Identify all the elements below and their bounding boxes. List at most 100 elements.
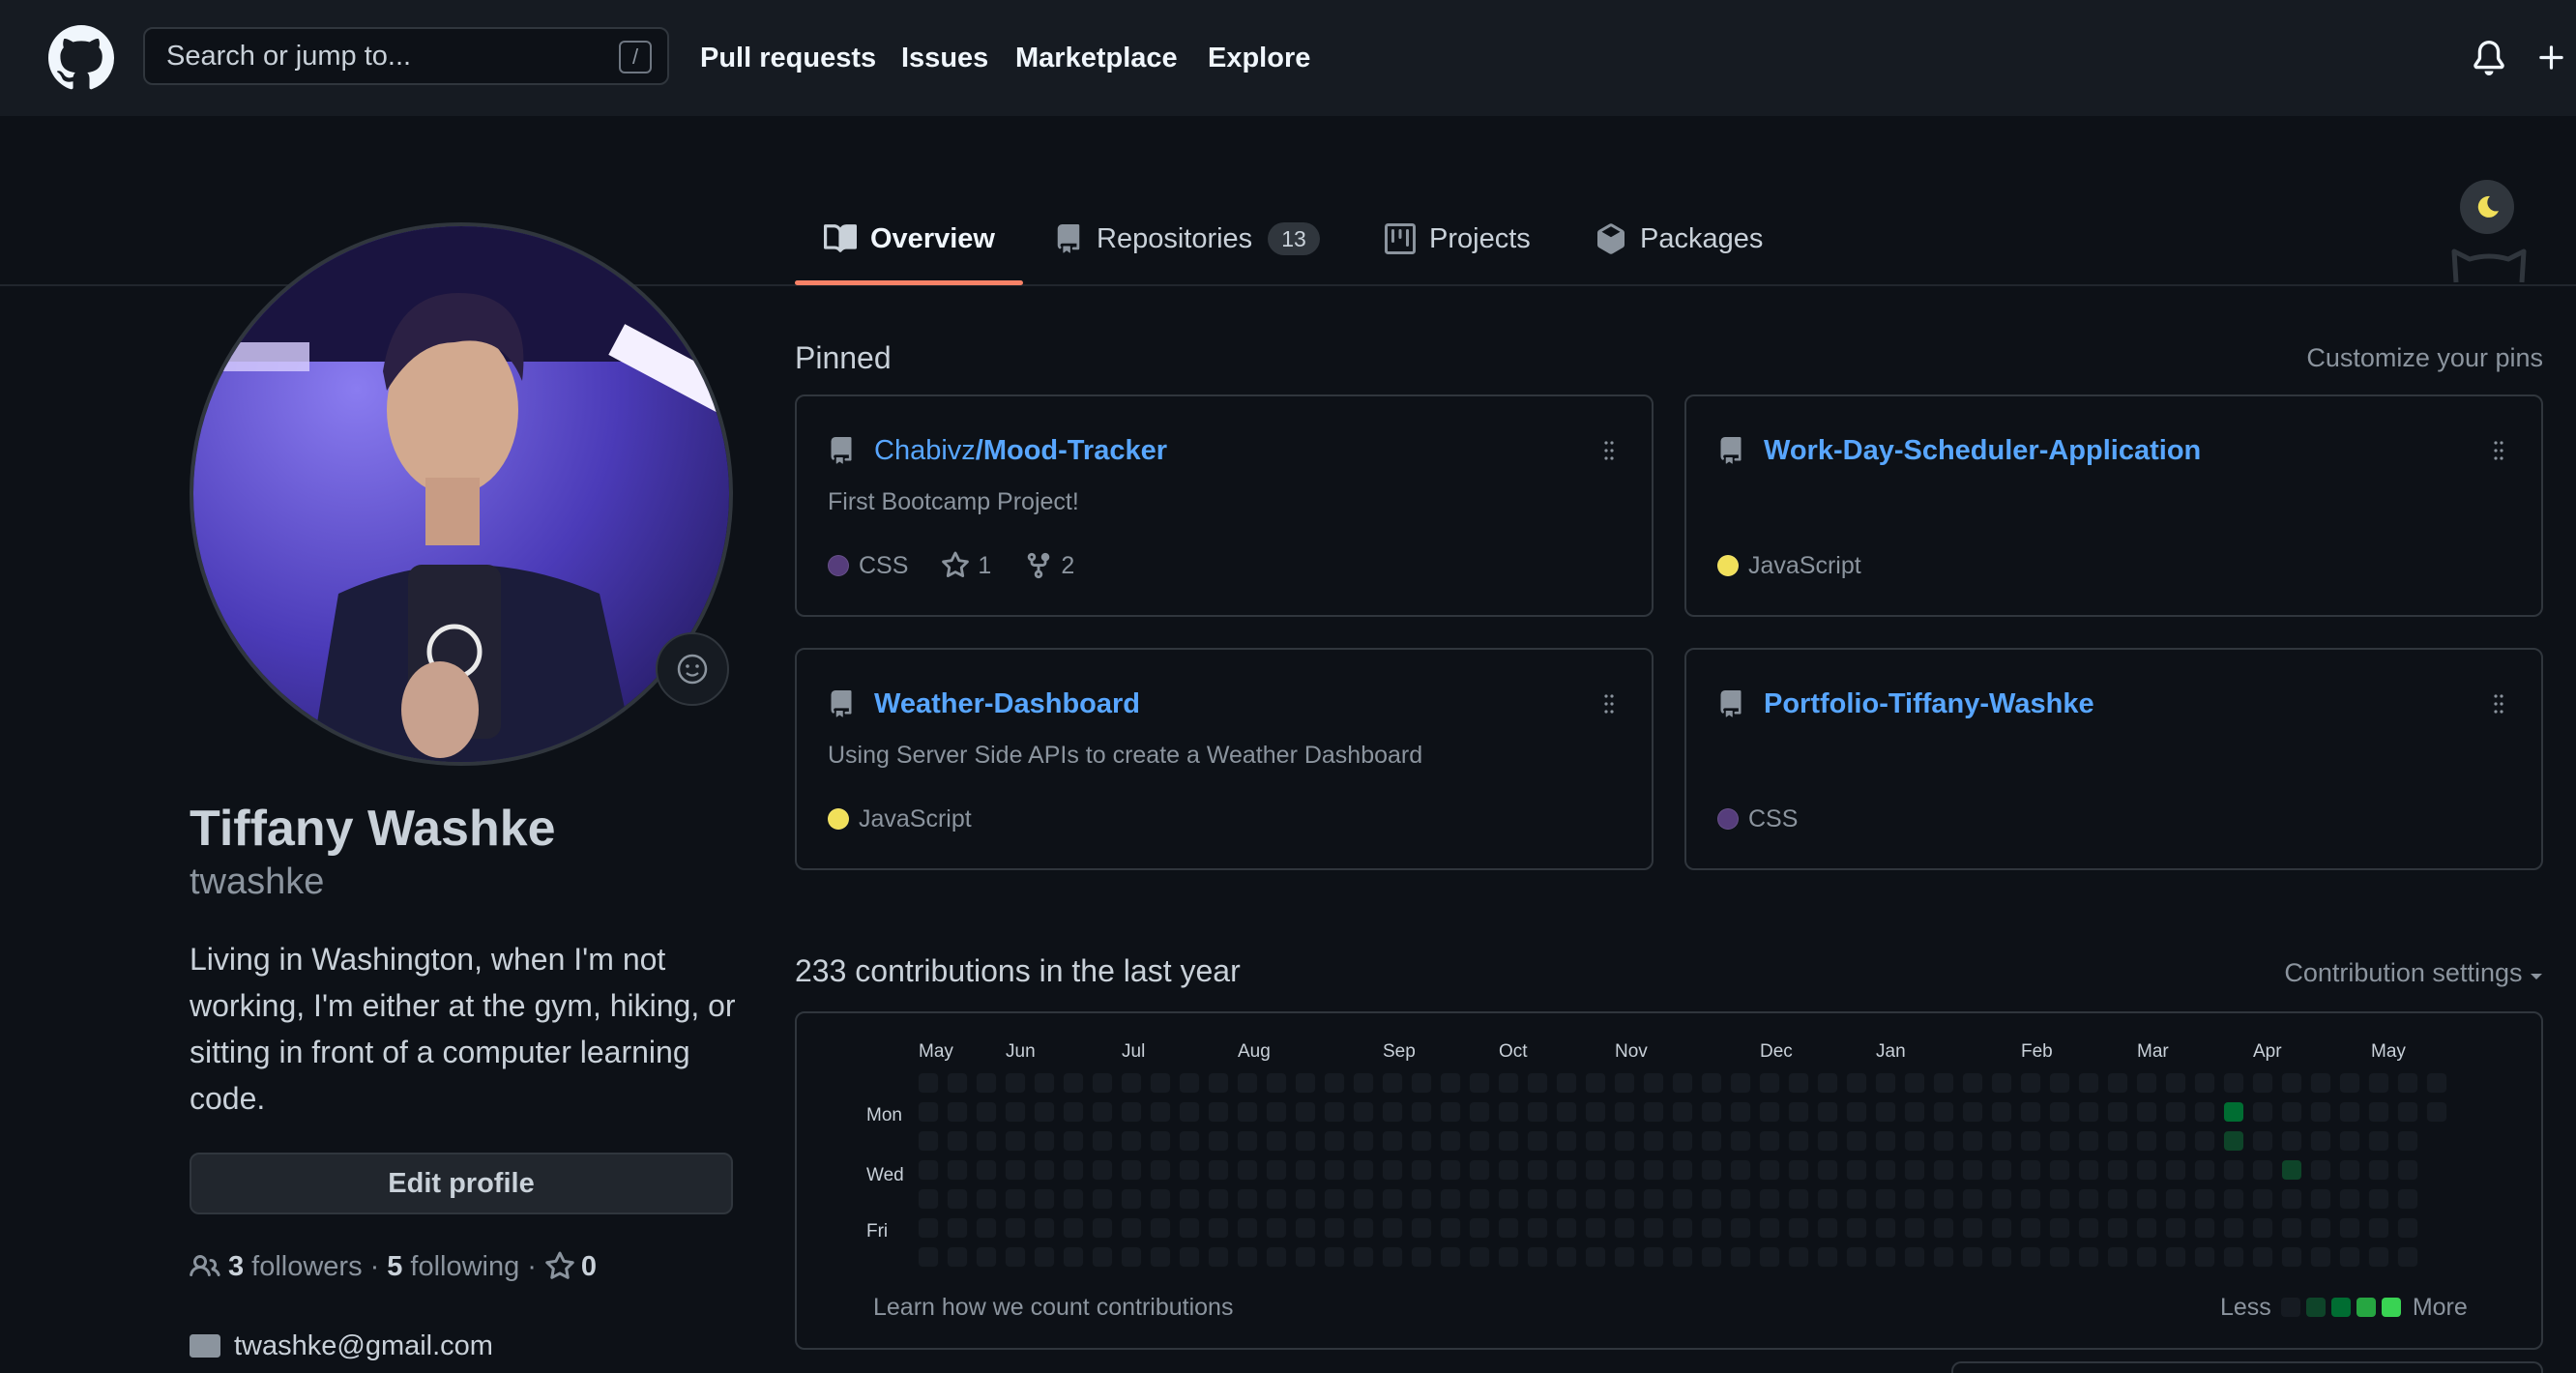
contribution-day[interactable] [2049,1072,2070,1094]
contribution-day[interactable] [2397,1072,2418,1094]
contribution-day[interactable] [1005,1072,1026,1094]
contribution-day[interactable] [1295,1130,1316,1152]
contribution-day[interactable] [2310,1130,2331,1152]
contribution-day[interactable] [1701,1159,1722,1181]
contribution-day[interactable] [918,1246,939,1268]
tab-overview[interactable]: Overview [824,215,995,263]
contribution-day[interactable] [1614,1101,1635,1123]
contribution-day[interactable] [1788,1101,1809,1123]
contribution-day[interactable] [1643,1130,1664,1152]
contribution-day[interactable] [2078,1130,2099,1152]
nav-pull-requests[interactable]: Pull requests [700,39,876,77]
contribution-day[interactable] [918,1188,939,1210]
contribution-day[interactable] [2339,1217,2360,1239]
contribution-day[interactable] [2281,1072,2302,1094]
contribution-day[interactable] [1585,1217,1606,1239]
contribution-day[interactable] [1063,1188,1084,1210]
contribution-day[interactable] [2397,1130,2418,1152]
contribution-day[interactable] [1034,1246,1055,1268]
contribution-settings-dropdown[interactable]: Contribution settings [2224,955,2543,990]
contribution-day[interactable] [1411,1188,1432,1210]
contribution-day[interactable] [1933,1188,1954,1210]
contribution-day[interactable] [1701,1130,1722,1152]
contribution-day[interactable] [1933,1217,1954,1239]
contribution-day[interactable] [2223,1217,2244,1239]
contribution-day[interactable] [1962,1130,1983,1152]
contribution-day[interactable] [1440,1188,1461,1210]
contribution-day[interactable] [2136,1217,2157,1239]
contribution-day[interactable] [1556,1072,1577,1094]
contribution-day[interactable] [1034,1101,1055,1123]
contribution-day[interactable] [1875,1101,1896,1123]
contribution-day[interactable] [1730,1159,1751,1181]
contribution-day[interactable] [1759,1246,1780,1268]
contribution-day[interactable] [1469,1130,1490,1152]
contribution-day[interactable] [1121,1246,1142,1268]
contribution-day[interactable] [1208,1217,1229,1239]
followers-link[interactable]: 3 followers [228,1251,363,1283]
contribution-day[interactable] [1614,1072,1635,1094]
contribution-day[interactable] [1614,1188,1635,1210]
contribution-day[interactable] [1150,1217,1171,1239]
contribution-day[interactable] [2165,1130,2186,1152]
contribution-day[interactable] [1585,1101,1606,1123]
drag-grip-icon[interactable] [1603,439,1615,462]
contribution-day[interactable] [1063,1072,1084,1094]
contribution-day[interactable] [2136,1246,2157,1268]
contribution-day[interactable] [1991,1130,2012,1152]
contribution-day[interactable] [947,1101,968,1123]
edit-profile-button[interactable]: Edit profile [190,1153,733,1214]
contribution-day[interactable] [2223,1130,2244,1152]
contribution-day[interactable] [1933,1101,1954,1123]
contribution-day[interactable] [2310,1159,2331,1181]
contribution-day[interactable] [1092,1130,1113,1152]
contribution-day[interactable] [1411,1101,1432,1123]
contribution-day[interactable] [2281,1159,2302,1181]
repo-title-link[interactable]: Chabivz/Mood-Tracker [874,433,1167,468]
contribution-day[interactable] [2194,1246,2215,1268]
contribution-day[interactable] [1904,1130,1925,1152]
contribution-day[interactable] [2107,1246,2128,1268]
contribution-day[interactable] [1556,1217,1577,1239]
contribution-day[interactable] [1556,1188,1577,1210]
contribution-day[interactable] [1817,1130,1838,1152]
contribution-day[interactable] [1382,1072,1403,1094]
contribution-day[interactable] [2020,1159,2041,1181]
contribution-day[interactable] [2020,1246,2041,1268]
contribution-day[interactable] [947,1130,968,1152]
contribution-day[interactable] [1846,1159,1867,1181]
contribution-day[interactable] [1730,1217,1751,1239]
contribution-day[interactable] [1875,1188,1896,1210]
contribution-day[interactable] [1788,1246,1809,1268]
contribution-day[interactable] [1904,1101,1925,1123]
contribution-day[interactable] [2252,1130,2273,1152]
contribution-day[interactable] [1527,1246,1548,1268]
contribution-day[interactable] [2223,1159,2244,1181]
contribution-day[interactable] [2078,1159,2099,1181]
contribution-day[interactable] [1237,1072,1258,1094]
avatar[interactable] [190,222,733,766]
nav-marketplace[interactable]: Marketplace [1015,39,1178,77]
contribution-day[interactable] [1933,1130,1954,1152]
contribution-day[interactable] [1353,1130,1374,1152]
contribution-day[interactable] [1498,1159,1519,1181]
contribution-day[interactable] [2339,1188,2360,1210]
following-link[interactable]: 5 following [387,1251,519,1283]
contribution-day[interactable] [2368,1188,2389,1210]
contribution-day[interactable] [2339,1101,2360,1123]
contribution-day[interactable] [1208,1072,1229,1094]
contribution-day[interactable] [2252,1217,2273,1239]
contribution-day[interactable] [1701,1246,1722,1268]
drag-grip-icon[interactable] [2493,692,2504,716]
contribution-day[interactable] [2107,1101,2128,1123]
contribution-day[interactable] [1962,1217,1983,1239]
contribution-day[interactable] [1092,1101,1113,1123]
contribution-day[interactable] [2165,1072,2186,1094]
contribution-day[interactable] [2397,1159,2418,1181]
contribution-day[interactable] [1991,1188,2012,1210]
contribution-day[interactable] [1759,1188,1780,1210]
nav-explore[interactable]: Explore [1208,39,1310,77]
contribution-day[interactable] [1643,1246,1664,1268]
contribution-day[interactable] [1469,1188,1490,1210]
contribution-day[interactable] [1527,1188,1548,1210]
